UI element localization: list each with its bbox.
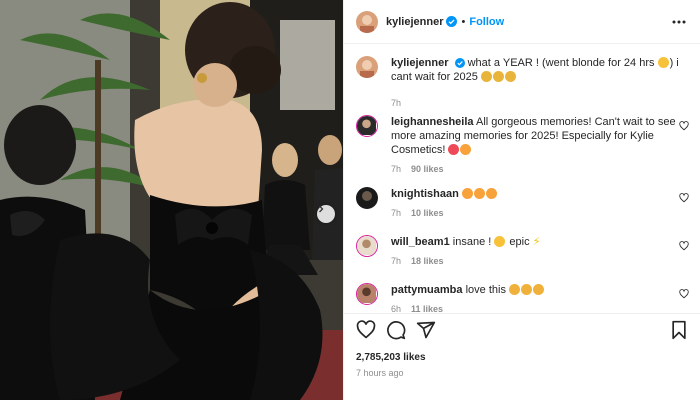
post-timestamp[interactable]: 7 hours ago: [356, 368, 404, 378]
comment-text-2: epic: [509, 236, 530, 248]
more-options-icon[interactable]: [671, 14, 687, 30]
comment-likes[interactable]: 90 likes: [411, 162, 444, 176]
commenter-avatar[interactable]: [356, 283, 378, 305]
fire-emoji-icon: [461, 188, 473, 199]
comment-time: 7h: [391, 256, 402, 266]
commenter-avatar[interactable]: [356, 115, 378, 137]
comment-time: 7h: [391, 208, 402, 218]
comment-username[interactable]: knightishaan: [391, 188, 459, 200]
smiling-face-emoji-icon: [657, 57, 669, 68]
comment-row: knightishaan 7h 10 likes: [356, 187, 689, 220]
next-image-button[interactable]: [317, 205, 335, 223]
actions-divider: [344, 313, 700, 314]
heart-eyes-emoji-icon: [509, 284, 521, 295]
lightning-emoji-icon: ⚡: [532, 236, 541, 248]
comment-likes[interactable]: 10 likes: [411, 206, 444, 220]
comment-like-heart-icon[interactable]: [679, 193, 689, 203]
dizzy-face-emoji-icon: [492, 71, 504, 82]
verified-badge-icon: [454, 58, 465, 69]
post-side-panel: kyliejenner • Follow kyliejenner what a …: [343, 0, 700, 400]
comment-likes[interactable]: 18 likes: [411, 254, 444, 268]
share-icon[interactable]: [416, 320, 436, 340]
heart-icon[interactable]: [356, 320, 376, 340]
comment-text: insane !: [452, 236, 492, 248]
comment-username[interactable]: will_beam1: [391, 236, 450, 248]
post-actions: [356, 320, 689, 342]
comment-icon[interactable]: [386, 320, 406, 340]
caption-time: 7h: [391, 98, 402, 108]
dizzy-face-emoji-icon: [480, 71, 492, 82]
caption-text: what a YEAR ! (went blonde for 24 hrs: [467, 57, 655, 69]
comment-username[interactable]: leighannesheila: [391, 116, 474, 128]
dizzy-face-emoji-icon: [504, 71, 516, 82]
photo-illustration: [0, 0, 343, 400]
caption-row: kyliejenner what a YEAR ! (went blonde f…: [356, 56, 689, 110]
heart-eyes-emoji-icon: [533, 284, 545, 295]
comment-row: pattymuamba love this 6h 11 likes: [356, 283, 689, 314]
comment-username[interactable]: pattymuamba: [391, 284, 463, 296]
bookmark-icon[interactable]: [669, 320, 689, 340]
upside-down-face-emoji-icon: [494, 236, 506, 247]
comment-like-heart-icon[interactable]: [679, 121, 689, 131]
comment-row: leighannesheila All gorgeous memories! C…: [356, 115, 689, 176]
likes-count[interactable]: 2,785,203 likes: [356, 352, 426, 363]
instagram-post: kyliejenner • Follow kyliejenner what a …: [0, 0, 700, 400]
caption-username[interactable]: kyliejenner: [391, 57, 448, 69]
verified-badge-icon: [446, 16, 458, 27]
post-header: kyliejenner • Follow: [344, 0, 700, 44]
fire-emoji-icon: [473, 188, 485, 199]
comment-like-heart-icon[interactable]: [679, 289, 689, 299]
fire-emoji-icon: [485, 188, 497, 199]
comment-row: will_beam1 insane ! epic ⚡ 7h 18 likes: [356, 235, 689, 268]
heart-eyes-emoji-icon: [521, 284, 533, 295]
header-separator: •: [461, 15, 466, 28]
author-avatar[interactable]: [356, 56, 378, 78]
comment-time: 7h: [391, 164, 402, 174]
follow-button[interactable]: Follow: [469, 16, 504, 28]
commenter-avatar[interactable]: [356, 235, 378, 257]
comment-like-heart-icon[interactable]: [679, 241, 689, 251]
red-heart-emoji-icon: [448, 144, 460, 155]
post-photo[interactable]: [0, 0, 343, 400]
chevron-right-icon: [319, 205, 324, 213]
author-avatar[interactable]: [356, 10, 378, 33]
comments-list[interactable]: kyliejenner what a YEAR ! (went blonde f…: [344, 44, 700, 314]
comment-text: love this: [465, 284, 506, 296]
commenter-avatar[interactable]: [356, 187, 378, 209]
fire-emoji-icon: [460, 144, 472, 155]
author-username[interactable]: kyliejenner: [386, 16, 443, 28]
